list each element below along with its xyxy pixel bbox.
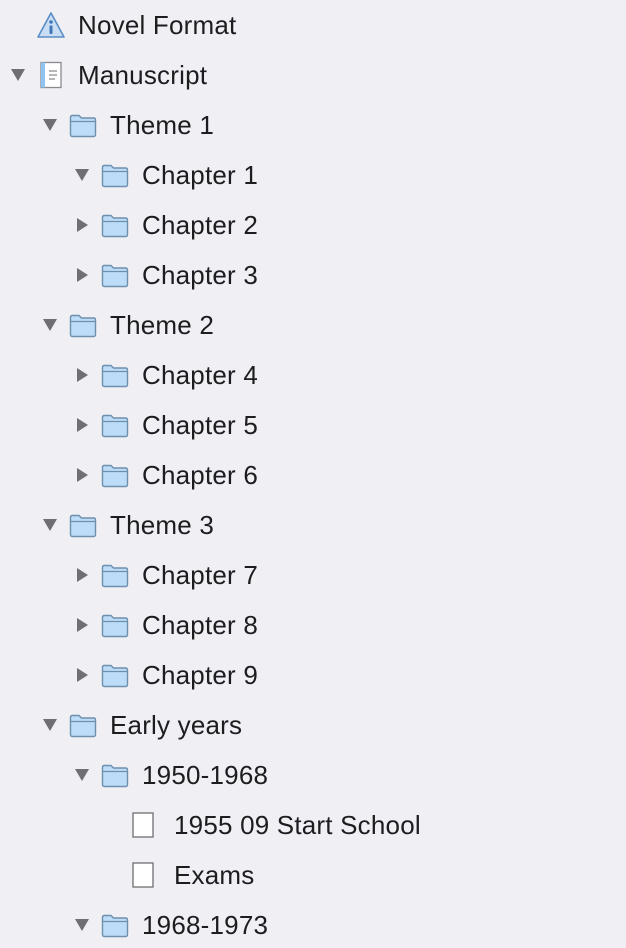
binder-outline: Novel Format Manuscript Theme 1 Chapter 1 Ch… xyxy=(0,0,626,948)
disclosure-collapsed-icon[interactable] xyxy=(74,217,90,233)
binder-item-chapter-8[interactable]: Chapter 8 xyxy=(0,600,626,650)
document-icon xyxy=(128,861,158,889)
binder-item-manuscript[interactable]: Manuscript xyxy=(0,50,626,100)
folder-icon xyxy=(100,761,130,789)
binder-item-label: Early years xyxy=(110,710,243,740)
disclosure-collapsed-icon[interactable] xyxy=(74,667,90,683)
binder-item-exams[interactable]: Exams xyxy=(0,850,626,900)
binder-item-label: Theme 2 xyxy=(110,310,215,340)
binder-item-label: Chapter 1 xyxy=(142,160,258,190)
binder-item-label: 1968-1973 xyxy=(142,910,269,940)
binder-item-chapter-7[interactable]: Chapter 7 xyxy=(0,550,626,600)
binder-item-theme-2[interactable]: Theme 2 xyxy=(0,300,626,350)
binder-item-chapter-6[interactable]: Chapter 6 xyxy=(0,450,626,500)
folder-icon xyxy=(100,361,130,389)
disclosure-expanded-icon[interactable] xyxy=(10,67,26,83)
folder-icon xyxy=(100,211,130,239)
binder-item-theme-3[interactable]: Theme 3 xyxy=(0,500,626,550)
folder-icon xyxy=(68,311,98,339)
binder-item-label: Chapter 3 xyxy=(142,260,258,290)
binder-item-1968-1973[interactable]: 1968-1973 xyxy=(0,900,626,948)
binder-item-1950-1968[interactable]: 1950-1968 xyxy=(0,750,626,800)
binder-item-label: 1950-1968 xyxy=(142,760,269,790)
binder-item-label: Chapter 8 xyxy=(142,610,258,640)
folder-icon xyxy=(68,511,98,539)
binder-item-label: Novel Format xyxy=(78,10,237,40)
folder-icon xyxy=(100,261,130,289)
disclosure-collapsed-icon[interactable] xyxy=(74,367,90,383)
binder-item-1955-09-start-school[interactable]: 1955 09 Start School xyxy=(0,800,626,850)
binder-item-label: Manuscript xyxy=(78,60,208,90)
binder-item-novel-format[interactable]: Novel Format xyxy=(0,0,626,50)
folder-icon xyxy=(100,561,130,589)
folder-icon xyxy=(68,111,98,139)
binder-item-chapter-2[interactable]: Chapter 2 xyxy=(0,200,626,250)
binder-item-label: Chapter 5 xyxy=(142,410,258,440)
info-icon xyxy=(36,11,66,39)
binder-item-label: Chapter 7 xyxy=(142,560,258,590)
manuscript-icon xyxy=(36,61,66,89)
disclosure-collapsed-icon[interactable] xyxy=(74,267,90,283)
folder-icon xyxy=(100,611,130,639)
binder-item-label: Theme 3 xyxy=(110,510,215,540)
binder-item-theme-1[interactable]: Theme 1 xyxy=(0,100,626,150)
disclosure-expanded-icon[interactable] xyxy=(74,167,90,183)
binder-item-chapter-1[interactable]: Chapter 1 xyxy=(0,150,626,200)
folder-icon xyxy=(100,661,130,689)
binder-item-label: Chapter 2 xyxy=(142,210,258,240)
binder-item-chapter-3[interactable]: Chapter 3 xyxy=(0,250,626,300)
binder-item-early-years[interactable]: Early years xyxy=(0,700,626,750)
binder-item-label: Chapter 6 xyxy=(142,460,258,490)
disclosure-expanded-icon[interactable] xyxy=(74,917,90,933)
disclosure-collapsed-icon[interactable] xyxy=(74,567,90,583)
disclosure-collapsed-icon[interactable] xyxy=(74,617,90,633)
disclosure-expanded-icon[interactable] xyxy=(74,767,90,783)
folder-icon xyxy=(100,161,130,189)
binder-item-chapter-9[interactable]: Chapter 9 xyxy=(0,650,626,700)
binder-item-label: 1955 09 Start School xyxy=(174,810,421,840)
folder-icon xyxy=(100,911,130,939)
binder-item-chapter-5[interactable]: Chapter 5 xyxy=(0,400,626,450)
folder-icon xyxy=(68,711,98,739)
disclosure-expanded-icon[interactable] xyxy=(42,317,58,333)
folder-icon xyxy=(100,461,130,489)
document-icon xyxy=(128,811,158,839)
binder-item-label: Chapter 4 xyxy=(142,360,258,390)
disclosure-expanded-icon[interactable] xyxy=(42,117,58,133)
binder-item-label: Exams xyxy=(174,860,255,890)
disclosure-collapsed-icon[interactable] xyxy=(74,417,90,433)
disclosure-expanded-icon[interactable] xyxy=(42,717,58,733)
binder-item-chapter-4[interactable]: Chapter 4 xyxy=(0,350,626,400)
binder-item-label: Theme 1 xyxy=(110,110,215,140)
binder-item-label: Chapter 9 xyxy=(142,660,258,690)
disclosure-expanded-icon[interactable] xyxy=(42,517,58,533)
disclosure-collapsed-icon[interactable] xyxy=(74,467,90,483)
folder-icon xyxy=(100,411,130,439)
